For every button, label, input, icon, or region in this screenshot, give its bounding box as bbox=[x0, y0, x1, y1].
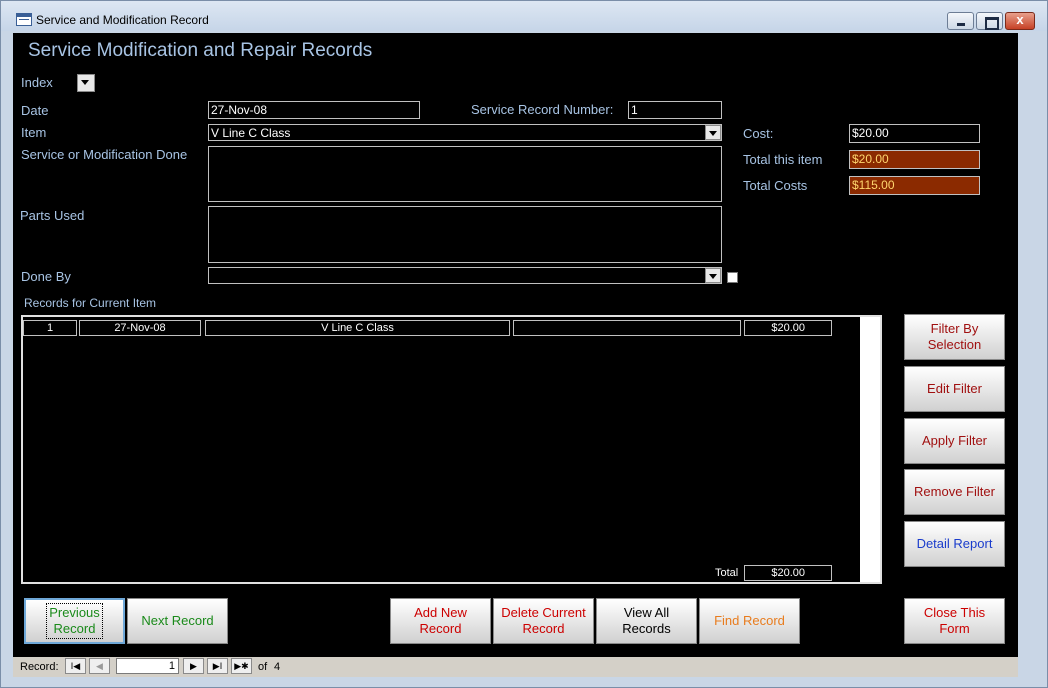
close-window-button[interactable]: x bbox=[1005, 12, 1035, 30]
date-label: Date bbox=[21, 103, 49, 118]
record-label: Record: bbox=[20, 661, 59, 673]
apply-filter-button[interactable]: Apply Filter bbox=[904, 418, 1005, 464]
next-record-label: Next Record bbox=[141, 613, 214, 628]
index-label: Index bbox=[21, 75, 53, 90]
minimize-button[interactable] bbox=[947, 12, 974, 30]
edit-filter-label: Edit Filter bbox=[927, 381, 982, 396]
service-record-number-field[interactable]: 1 bbox=[628, 101, 722, 119]
record-item-cell[interactable]: V Line C Class bbox=[205, 320, 510, 336]
view-all-records-label: View All Records bbox=[622, 605, 671, 636]
service-label: Service or Modification Done bbox=[21, 147, 188, 162]
filter-by-selection-label: Filter By Selection bbox=[927, 321, 982, 352]
edit-filter-button[interactable]: Edit Filter bbox=[904, 366, 1005, 412]
maximize-button[interactable] bbox=[976, 12, 1003, 30]
record-details-cell[interactable] bbox=[513, 320, 741, 336]
total-costs-field: $115.00 bbox=[849, 176, 980, 195]
item-combo[interactable]: V Line C Class bbox=[208, 124, 722, 141]
title-bar[interactable]: Service and Modification Record x bbox=[1, 1, 1047, 31]
record-total-count: 4 bbox=[274, 661, 281, 673]
done-by-checkbox[interactable] bbox=[727, 272, 738, 283]
current-record-input[interactable]: 1 bbox=[116, 658, 179, 674]
total-item-label: Total this item bbox=[743, 152, 823, 167]
previous-record-button[interactable]: Previous Record bbox=[24, 598, 125, 644]
records-subform: 1 27-Nov-08 V Line C Class $20.00 Total … bbox=[21, 315, 882, 584]
next-record-icon[interactable]: ▶ bbox=[183, 658, 204, 674]
subform-scrollbar[interactable] bbox=[860, 317, 880, 582]
close-icon: x bbox=[1016, 12, 1024, 27]
index-dropdown-button[interactable] bbox=[77, 74, 95, 92]
close-form-label: Close This Form bbox=[923, 605, 986, 636]
of-label: of bbox=[258, 661, 268, 673]
window-title: Service and Modification Record bbox=[36, 13, 209, 27]
previous-record-label: Previous Record bbox=[46, 603, 103, 639]
app-window: Service and Modification Record x Servic… bbox=[0, 0, 1048, 688]
filter-by-selection-button[interactable]: Filter By Selection bbox=[904, 314, 1005, 360]
cost-label: Cost: bbox=[743, 126, 774, 141]
date-field[interactable]: 27-Nov-08 bbox=[208, 101, 420, 119]
apply-filter-label: Apply Filter bbox=[921, 433, 988, 448]
delete-current-record-button[interactable]: Delete Current Record bbox=[493, 598, 594, 644]
add-new-record-label: Add New Record bbox=[414, 605, 467, 636]
find-record-button[interactable]: Find Record bbox=[699, 598, 800, 644]
cost-field[interactable]: $20.00 bbox=[849, 124, 980, 143]
first-record-icon[interactable]: I◀ bbox=[65, 658, 86, 674]
record-number-cell[interactable]: 1 bbox=[23, 320, 77, 336]
done-by-combo[interactable] bbox=[208, 267, 722, 284]
record-cost-cell[interactable]: $20.00 bbox=[744, 320, 832, 336]
service-textarea[interactable] bbox=[208, 146, 722, 202]
item-dropdown-arrow-icon[interactable] bbox=[705, 125, 721, 140]
detail-report-button[interactable]: Detail Report bbox=[904, 521, 1005, 567]
item-label: Item bbox=[21, 125, 47, 140]
records-total-field: $20.00 bbox=[744, 565, 832, 581]
detail-report-label: Detail Report bbox=[916, 536, 993, 551]
total-costs-label: Total Costs bbox=[743, 178, 808, 193]
form-icon bbox=[16, 13, 32, 26]
view-all-records-button[interactable]: View All Records bbox=[596, 598, 697, 644]
record-date-cell[interactable]: 27-Nov-08 bbox=[79, 320, 201, 336]
previous-record-icon[interactable]: ◀ bbox=[89, 658, 110, 674]
main-form: Service Modification and Repair Records … bbox=[13, 33, 1018, 657]
done-by-dropdown-arrow-icon[interactable] bbox=[705, 268, 721, 283]
close-form-button[interactable]: Close This Form bbox=[904, 598, 1005, 644]
parts-used-textarea[interactable] bbox=[208, 206, 722, 263]
remove-filter-label: Remove Filter bbox=[914, 484, 995, 499]
record-navigation-bar: Record: I◀ ◀ 1 ▶ ▶I ▶✱ of 4 bbox=[13, 657, 1018, 677]
done-by-label: Done By bbox=[21, 269, 71, 284]
remove-filter-button[interactable]: Remove Filter bbox=[904, 469, 1005, 515]
records-label: Records for Current Item bbox=[24, 296, 157, 310]
delete-current-record-label: Delete Current Record bbox=[501, 605, 586, 636]
form-heading: Service Modification and Repair Records bbox=[28, 40, 373, 61]
find-record-label: Find Record bbox=[714, 613, 785, 628]
add-new-record-button[interactable]: Add New Record bbox=[390, 598, 491, 644]
service-record-number-label: Service Record Number: bbox=[471, 102, 614, 117]
last-record-icon[interactable]: ▶I bbox=[207, 658, 228, 674]
total-item-field: $20.00 bbox=[849, 150, 980, 169]
new-record-icon[interactable]: ▶✱ bbox=[231, 658, 252, 674]
records-total-label: Total bbox=[715, 567, 739, 579]
next-record-button[interactable]: Next Record bbox=[127, 598, 228, 644]
parts-used-label: Parts Used bbox=[20, 208, 85, 223]
